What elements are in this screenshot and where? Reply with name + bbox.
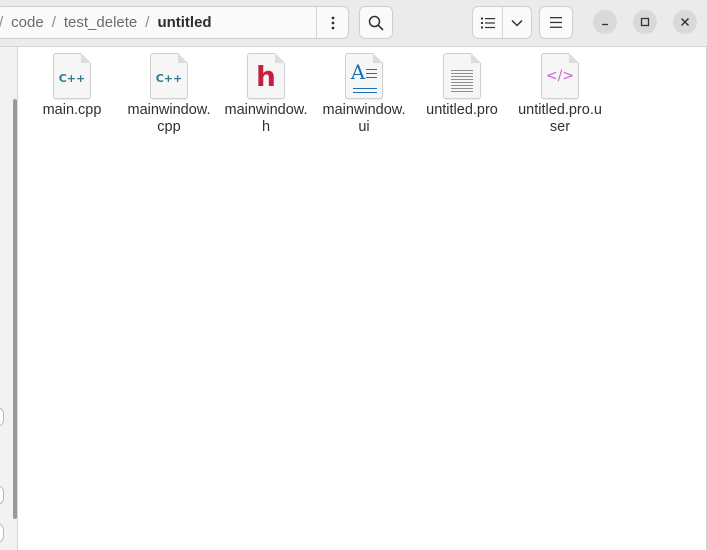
- xml-file-icon: </>: [541, 53, 579, 99]
- search-icon: [368, 15, 384, 30]
- sidebar-item-edge[interactable]: [0, 485, 4, 505]
- breadcrumb-item-untitled[interactable]: untitled: [151, 14, 217, 31]
- header-bar: / code / test_delete / untitled: [0, 0, 707, 47]
- path-menu-button[interactable]: [316, 7, 348, 38]
- close-icon: [681, 18, 689, 26]
- breadcrumb-item-code[interactable]: code: [5, 14, 50, 31]
- breadcrumb-separator: /: [145, 14, 150, 31]
- sidebar: [0, 47, 18, 550]
- file-name: main.cpp: [42, 102, 102, 118]
- file-name: mainwindow.ui: [322, 102, 406, 135]
- view-dropdown-button[interactable]: [502, 7, 531, 38]
- minimize-icon: [602, 23, 608, 26]
- chevron-down-icon: [511, 19, 523, 27]
- breadcrumb-item-test-delete[interactable]: test_delete: [58, 14, 143, 31]
- file-item[interactable]: C++ main.cpp: [23, 53, 121, 119]
- main-menu-button[interactable]: [539, 6, 573, 39]
- maximize-icon: [640, 17, 650, 27]
- vertical-dots-icon: [331, 16, 334, 29]
- file-item[interactable]: C++ mainwindow.cpp: [120, 53, 218, 136]
- breadcrumb: / code / test_delete / untitled: [0, 6, 349, 39]
- file-name: untitled.pro.user: [518, 102, 602, 135]
- cpp-file-icon: C++: [150, 53, 188, 99]
- search-button[interactable]: [359, 6, 393, 39]
- breadcrumb-separator: /: [51, 14, 56, 31]
- hamburger-menu-icon: [550, 17, 562, 28]
- file-item[interactable]: untitled.pro: [413, 53, 511, 119]
- sidebar-item-edge[interactable]: [0, 523, 4, 543]
- sidebar-scrollbar[interactable]: [13, 99, 17, 519]
- ui-file-icon: A: [345, 53, 383, 99]
- minimize-button[interactable]: [593, 10, 617, 34]
- text-file-icon: [443, 53, 481, 99]
- maximize-button[interactable]: [633, 10, 657, 34]
- sidebar-item-edge[interactable]: [0, 407, 4, 427]
- close-button[interactable]: [673, 10, 697, 34]
- file-manager-window: / code / test_delete / untitled: [0, 0, 707, 550]
- file-item[interactable]: A mainwindow.ui: [315, 53, 413, 136]
- file-name: untitled.pro: [426, 102, 498, 118]
- list-view-icon: [480, 17, 495, 28]
- file-item[interactable]: </> untitled.pro.user: [511, 53, 609, 136]
- file-name: mainwindow.h: [224, 102, 308, 135]
- list-view-button[interactable]: [473, 7, 502, 38]
- cpp-file-icon: C++: [53, 53, 91, 99]
- file-grid: C++ main.cpp C++ mainwindow.cpp h mainwi…: [22, 50, 702, 545]
- file-name: mainwindow.cpp: [127, 102, 211, 135]
- file-item[interactable]: h mainwindow.h: [217, 53, 315, 136]
- header-file-icon: h: [247, 53, 285, 99]
- view-options-group: [472, 6, 532, 39]
